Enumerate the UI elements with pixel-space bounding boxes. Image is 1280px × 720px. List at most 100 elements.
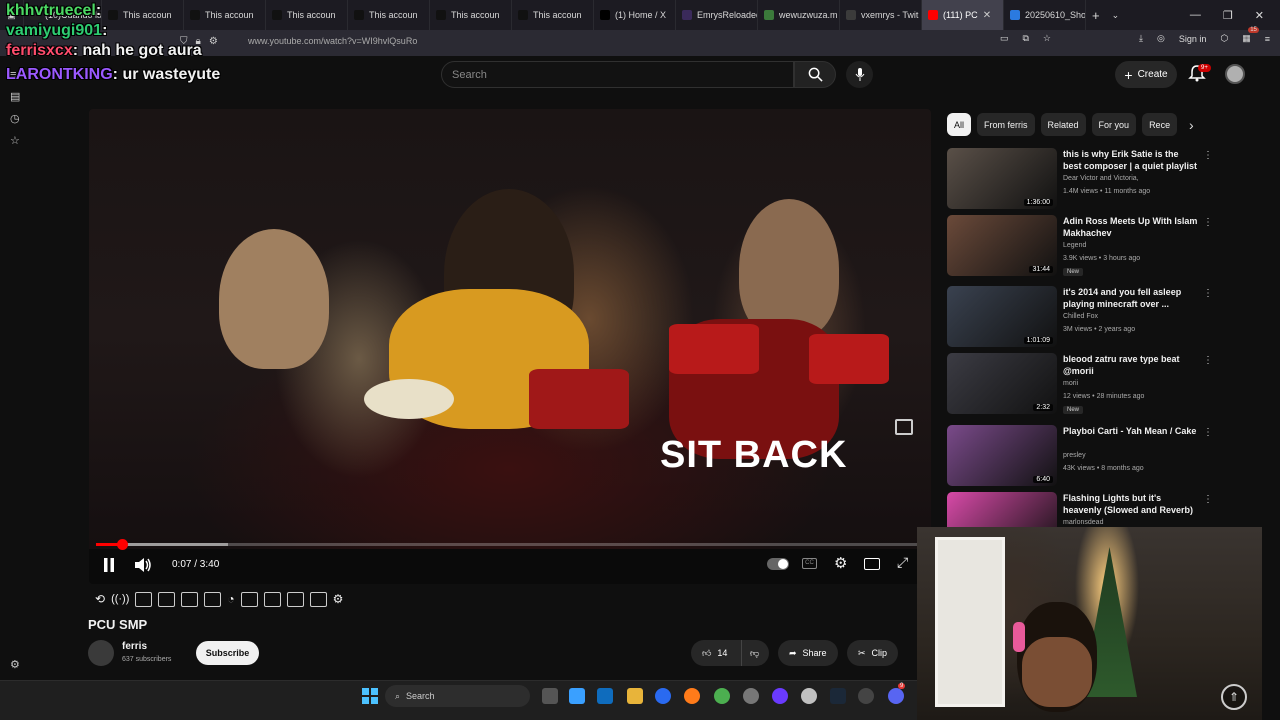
keyboard-icon[interactable] [309,591,327,607]
recommendation-item[interactable]: Flashing Lights but it's heavenly (Slowe… [947,492,1227,527]
like-button[interactable]: 👍︎ 14 [691,640,741,666]
recommendation-channel[interactable]: presley [1063,452,1086,459]
recommendation-item[interactable]: 2:32 bleood zatru rave type beat @morii mo… [947,353,1227,417]
extensions-icon[interactable]: ⬡ [1220,33,1228,44]
firefox-icon[interactable] [684,688,700,704]
settings-gear-icon[interactable]: ⚙ [10,658,20,671]
vpn-icon[interactable] [655,688,671,704]
chips-next-chevron-icon[interactable]: › [1189,117,1194,133]
browser-tab[interactable]: wewuzwuza.m [758,0,840,30]
channel-name[interactable]: ferris [122,641,147,652]
site-settings-icon[interactable]: ⚙︎ [209,36,218,47]
browser-tab[interactable]: This accoun [512,0,594,30]
more-options-icon[interactable]: ⋮ [1203,217,1213,228]
recommendation-item[interactable]: 31:44 Adin Ross Meets Up With Islam Makha… [947,215,1227,279]
new-tab-button[interactable]: + [1086,0,1106,30]
favorites-star-icon[interactable]: ☆ [10,134,20,147]
recommendation-item[interactable]: 6:40 Playboi Carti - Yah Mean / Cake presl… [947,425,1227,489]
loop-icon[interactable]: ⟲ [95,592,105,606]
recommendation-item[interactable]: 1:36:00 this is why Erik Satie is the bes… [947,148,1227,212]
tab-close-icon[interactable]: ✕ [983,10,991,21]
browser-tab[interactable]: (1) Home / X [594,0,676,30]
filter-chip[interactable]: All [947,113,972,136]
share-button[interactable]: ➦ Share [778,640,838,666]
browser-tab[interactable]: vxemrys - Twit [840,0,922,30]
scroll-top-icon[interactable]: ⇑ [1221,684,1247,710]
steam-icon[interactable] [830,688,846,704]
settings-icon[interactable]: ⚙ [834,554,847,572]
browser-tab[interactable]: This accoun [348,0,430,30]
video-thumbnail[interactable]: 6:40 [947,425,1057,486]
menu-icon[interactable]: ≡ [1265,34,1270,44]
task-view-icon[interactable] [542,688,558,704]
cinema-icon[interactable] [158,591,176,607]
app-icon[interactable] [801,688,817,704]
store-icon[interactable] [597,688,613,704]
settings-app-icon[interactable] [743,688,759,704]
filter-chip[interactable]: For you [1091,113,1137,136]
obs-icon[interactable] [772,688,788,704]
more-options-icon[interactable]: ⋮ [1203,494,1213,505]
theater-mode-icon[interactable] [864,558,880,570]
camera-icon[interactable] [286,591,304,607]
recommendation-title[interactable]: bleood zatru rave type beat @morii [1063,353,1199,377]
browser-tab[interactable]: (111) PC ✕ [922,0,1004,30]
create-button[interactable]: + Create [1115,61,1177,88]
speed-icon[interactable]: ◔ [227,592,234,606]
browser-tab[interactable]: This accoun [184,0,266,30]
captions-icon[interactable]: CC [802,558,817,569]
reader-view-icon[interactable]: ▭ [1000,33,1009,44]
recommendation-channel[interactable]: Dear Victor and Victoria, [1063,175,1139,182]
browser-tab[interactable]: This accoun [430,0,512,30]
close-icon[interactable]: ✕ [1255,9,1264,22]
recommendation-title[interactable]: it's 2014 and you fell asleep playing mi… [1063,286,1199,310]
pause-button[interactable] [103,558,115,575]
recommendation-item[interactable]: 1:01:09 it's 2014 and you fell asleep pla… [947,286,1227,350]
recommendation-channel[interactable]: marlonsdead [1063,519,1103,526]
browser-tab[interactable]: 20250610_Shor [1004,0,1086,30]
video-thumbnail[interactable] [947,492,1057,527]
playlist-icon[interactable] [135,591,153,607]
file-explorer-icon[interactable] [627,688,643,704]
taskbar-search[interactable]: ⌕ Search [385,685,530,707]
voice-search-button[interactable] [846,61,873,88]
bookmark-star-icon[interactable]: ☆ [1043,33,1051,44]
url-field[interactable]: www.youtube.com/watch?v=WI9hvlQsuRo [248,36,417,46]
recommendation-channel[interactable]: Legend [1063,242,1086,249]
subscriptions-icon[interactable]: ▤ [10,90,20,103]
search-button[interactable] [794,61,836,88]
recommendation-channel[interactable]: Chilled Fox [1063,313,1098,320]
mini-player-icon[interactable] [204,591,222,607]
volume-button[interactable] [134,557,152,576]
screenshot-icon[interactable] [263,591,281,607]
video-thumbnail[interactable]: 1:36:00 [947,148,1057,209]
recommendation-title[interactable]: Adin Ross Meets Up With Islam Makhachev [1063,215,1199,239]
download-icon[interactable]: ⤓ [1139,33,1143,44]
filter-chip[interactable]: Related [1040,113,1086,136]
account-icon[interactable]: ◎ [1157,33,1165,44]
more-options-icon[interactable]: ⋮ [1203,288,1213,299]
sign-in-link[interactable]: Sign in [1179,34,1207,44]
filter-chip[interactable]: From ferris [977,113,1035,136]
pip-icon[interactable]: ⧉ [1022,33,1028,44]
autoplay-toggle[interactable] [767,558,789,570]
recommendation-title[interactable]: Playboi Carti - Yah Mean / Cake [1063,425,1199,437]
recommendation-title[interactable]: this is why Erik Satie is the best compo… [1063,148,1199,172]
browser-tab[interactable]: EmrysReloaded [676,0,758,30]
subscribe-button[interactable]: Subscribe [196,641,259,665]
browser-tab[interactable]: This accoun [266,0,348,30]
browser-tab[interactable]: This accoun [102,0,184,30]
miniplayer-icon[interactable] [895,419,913,435]
video-thumbnail[interactable]: 2:32 [947,353,1057,414]
history-icon[interactable]: ◷ [10,112,20,125]
user-avatar[interactable] [1225,64,1245,84]
recommendation-title[interactable]: Flashing Lights but it's heavenly (Slowe… [1063,492,1199,516]
discord-icon[interactable] [888,688,904,704]
game-app-icon[interactable] [858,688,874,704]
channel-avatar[interactable] [88,640,114,666]
more-options-icon[interactable]: ⋮ [1203,355,1213,366]
chapters-icon[interactable] [240,591,258,607]
dislike-button[interactable]: 👎︎ [741,640,769,666]
more-options-icon[interactable]: ⋮ [1203,150,1213,161]
video-player[interactable]: SIT BACK 0:07 / 3:40 CC ⚙ ⤢ [89,109,931,584]
